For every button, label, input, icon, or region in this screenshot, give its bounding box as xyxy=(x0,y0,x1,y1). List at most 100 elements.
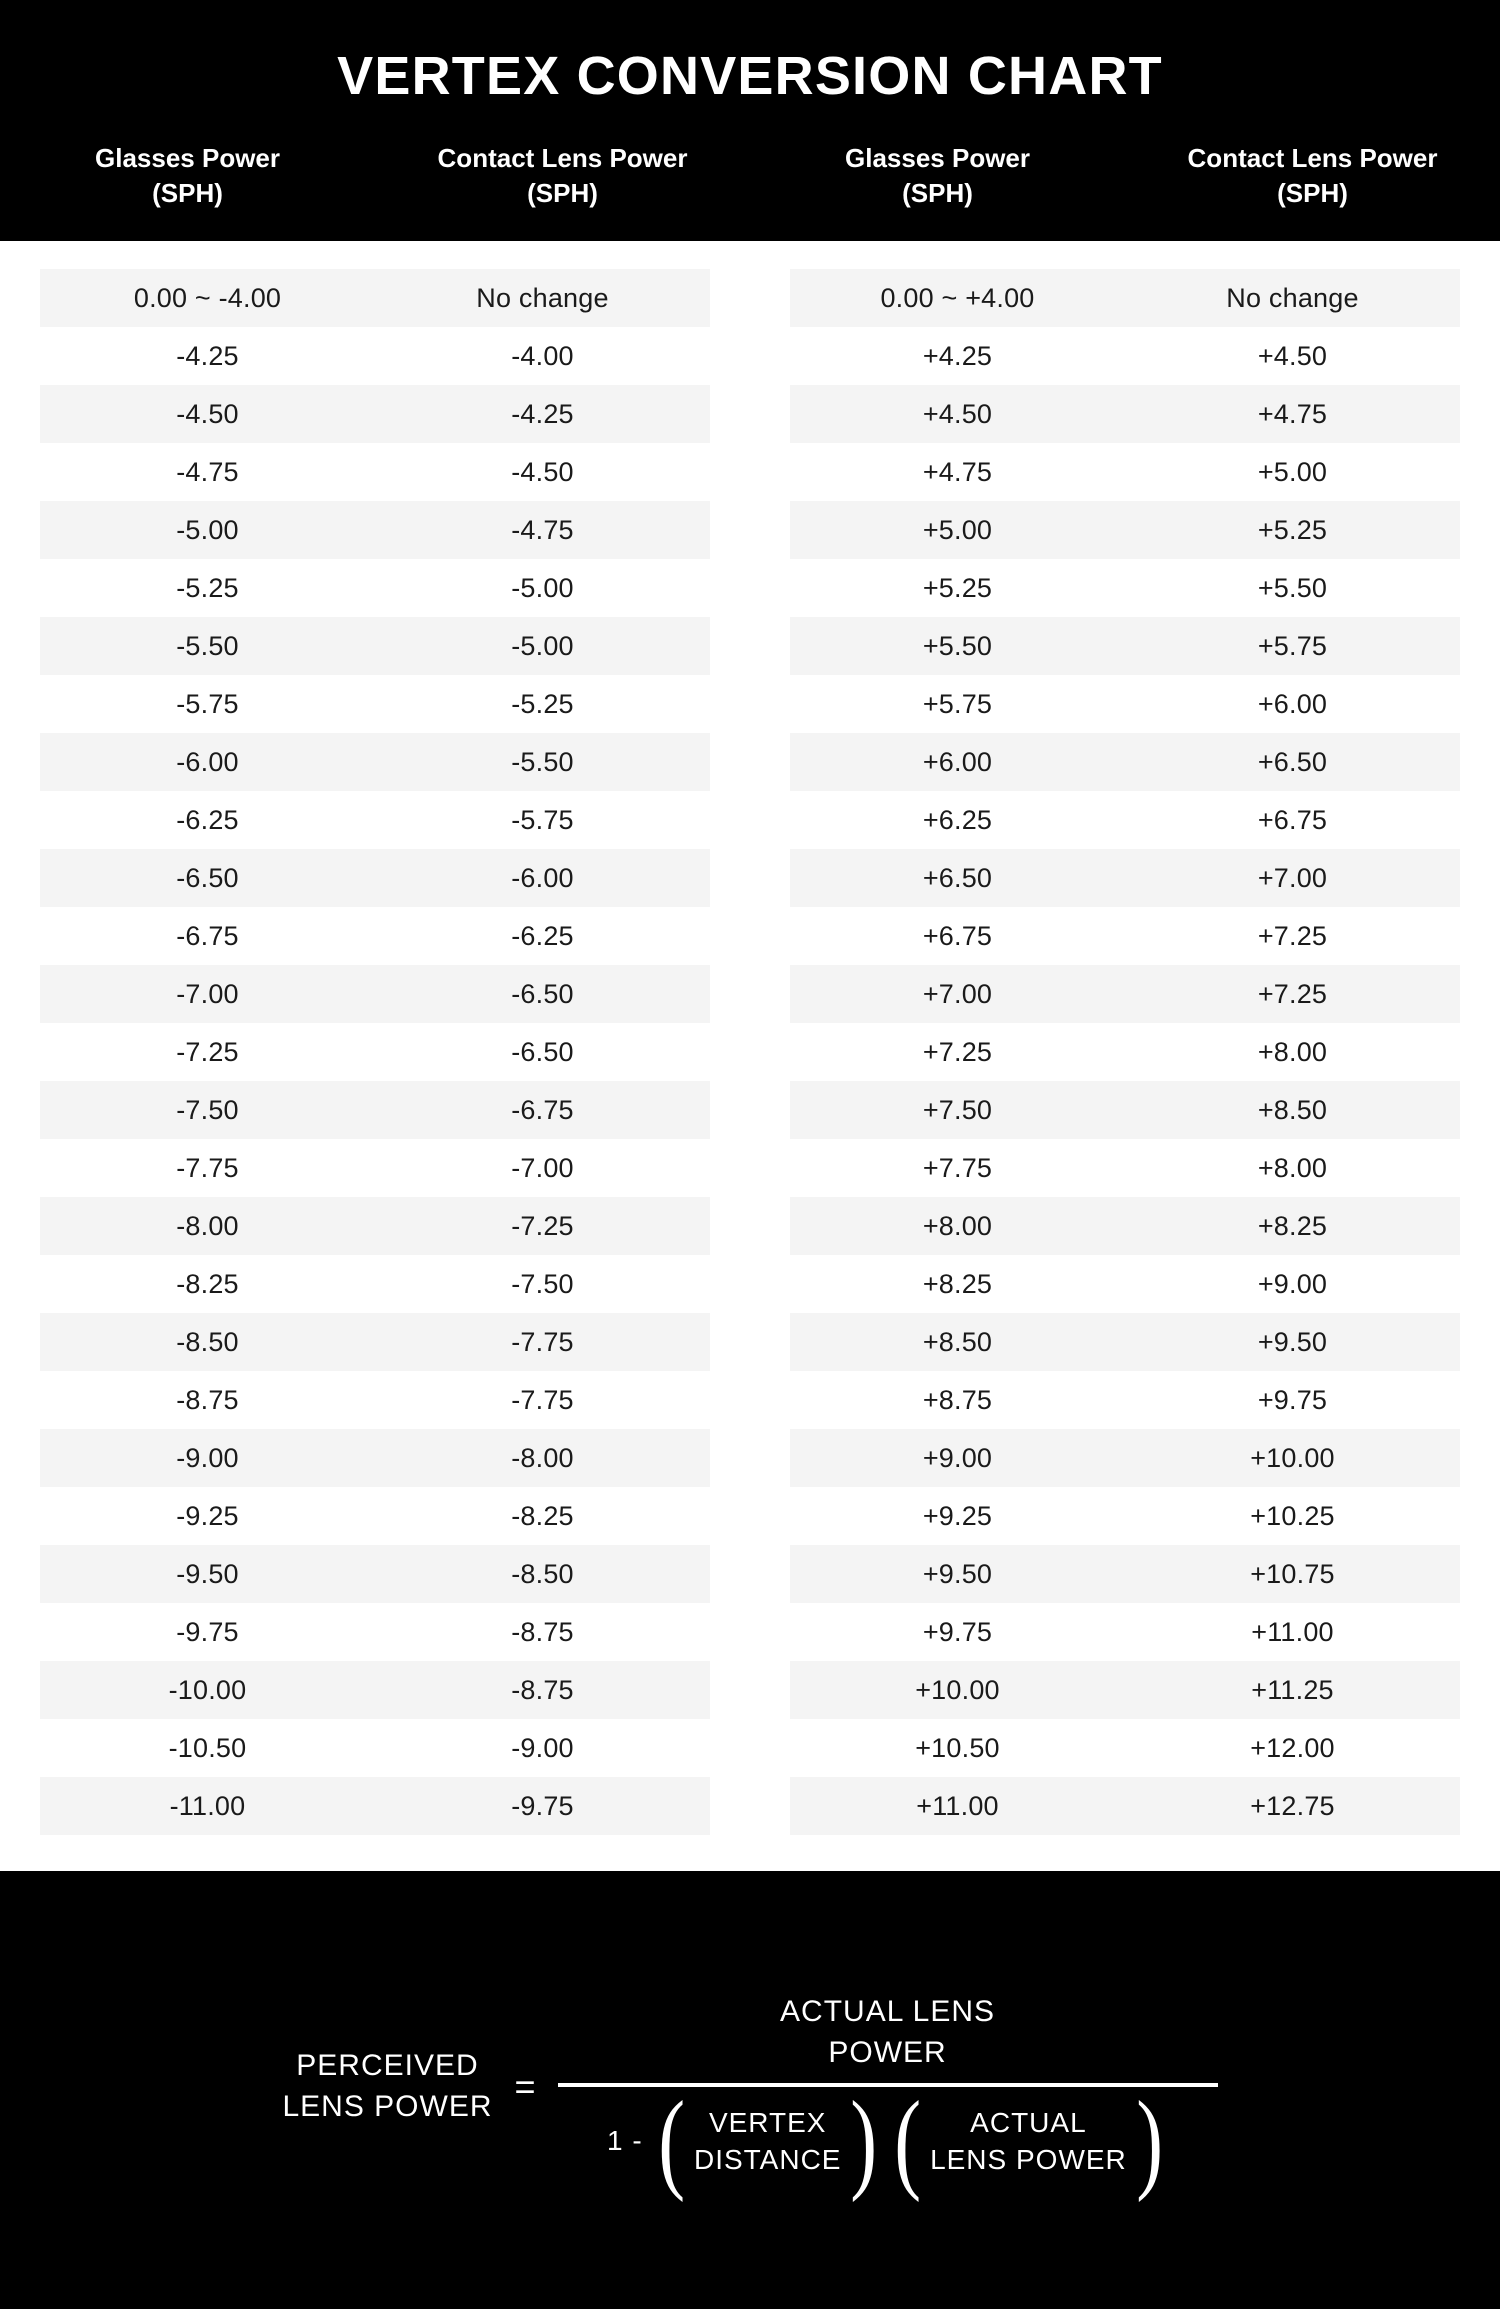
table-row: +6.75 +7.25 xyxy=(790,906,1460,965)
contact-lens-power-cell: +5.50 xyxy=(1125,558,1460,617)
contact-lens-power-cell: +12.00 xyxy=(1125,1718,1460,1777)
contact-lens-power-cell: -4.25 xyxy=(375,384,710,443)
table-row: -8.75 -7.75 xyxy=(40,1370,710,1429)
contact-lens-power-cell: +6.75 xyxy=(1125,790,1460,849)
glasses-power-cell: +8.75 xyxy=(790,1370,1125,1429)
table-row: -6.00 -5.50 xyxy=(40,732,710,791)
glasses-power-cell: +5.75 xyxy=(790,674,1125,733)
table-row: +10.00 +11.25 xyxy=(790,1660,1460,1719)
contact-lens-power-cell: +4.75 xyxy=(1125,384,1460,443)
glasses-power-cell: +6.25 xyxy=(790,790,1125,849)
contact-lens-power-cell: -7.25 xyxy=(375,1196,710,1255)
contact-lens-power-cell: -4.00 xyxy=(375,326,710,385)
contact-lens-power-cell: +11.00 xyxy=(1125,1602,1460,1661)
header-right-contact-lens-power-line1: Contact Lens Power xyxy=(1187,142,1438,173)
contact-lens-power-cell: -7.75 xyxy=(375,1370,710,1429)
glasses-power-cell: +9.25 xyxy=(790,1486,1125,1545)
glasses-power-cell: +6.00 xyxy=(790,732,1125,791)
denominator-one-minus: 1 - xyxy=(606,2125,643,2157)
contact-lens-power-cell: +5.00 xyxy=(1125,442,1460,501)
table-row: -8.50 -7.75 xyxy=(40,1312,710,1371)
contact-lens-power-cell: -7.00 xyxy=(375,1138,710,1197)
glasses-power-cell: -7.75 xyxy=(40,1138,375,1197)
contact-lens-power-cell: +6.50 xyxy=(1125,732,1460,791)
glasses-power-cell: 0.00 ~ -4.00 xyxy=(40,268,375,327)
glasses-power-cell: -7.00 xyxy=(40,964,375,1023)
table-row: -10.50 -9.00 xyxy=(40,1718,710,1777)
table-row: -7.50 -6.75 xyxy=(40,1080,710,1139)
table-row: -4.25 -4.00 xyxy=(40,326,710,385)
glasses-power-cell: -6.25 xyxy=(40,790,375,849)
contact-lens-power-cell: +8.25 xyxy=(1125,1196,1460,1255)
glasses-power-cell: -5.50 xyxy=(40,616,375,675)
table-row: -5.25 -5.00 xyxy=(40,558,710,617)
table-row: +6.25 +6.75 xyxy=(790,790,1460,849)
table-row: -4.75 -4.50 xyxy=(40,442,710,501)
actual-lens-power-line2: LENS POWER xyxy=(930,2144,1127,2176)
table-row: -9.75 -8.75 xyxy=(40,1602,710,1661)
table-row: +11.00 +12.75 xyxy=(790,1776,1460,1835)
table-row: +7.75 +8.00 xyxy=(790,1138,1460,1197)
contact-lens-power-cell: +6.00 xyxy=(1125,674,1460,733)
table-row: -8.25 -7.50 xyxy=(40,1254,710,1313)
glasses-power-cell: +8.50 xyxy=(790,1312,1125,1371)
glasses-power-cell: +4.50 xyxy=(790,384,1125,443)
glasses-power-cell: +7.75 xyxy=(790,1138,1125,1197)
contact-lens-power-cell: -4.75 xyxy=(375,500,710,559)
formula-numerator-line1: ACTUAL LENS xyxy=(780,1995,995,2029)
plus-power-table: 0.00 ~ +4.00 No change +4.25 +4.50 +4.50 +4.7… xyxy=(790,268,1460,1835)
table-row: -4.50 -4.25 xyxy=(40,384,710,443)
table-row: +8.00 +8.25 xyxy=(790,1196,1460,1255)
table-row: -9.00 -8.00 xyxy=(40,1428,710,1487)
table-row: +7.00 +7.25 xyxy=(790,964,1460,1023)
table-row: +9.75 +11.00 xyxy=(790,1602,1460,1661)
table-row: +8.25 +9.00 xyxy=(790,1254,1460,1313)
header-group-left: Glasses Power (SPH) Contact Lens Power (… xyxy=(0,141,750,211)
table-row: -10.00 -8.75 xyxy=(40,1660,710,1719)
vertex-distance-text: VERTEX DISTANCE xyxy=(690,2104,846,2180)
glasses-power-cell: -4.75 xyxy=(40,442,375,501)
table-row: -5.50 -5.00 xyxy=(40,616,710,675)
glasses-power-cell: -11.00 xyxy=(40,1776,375,1835)
table-row: -6.25 -5.75 xyxy=(40,790,710,849)
contact-lens-power-cell: +7.25 xyxy=(1125,964,1460,1023)
formula-left-hand-side: PERCEIVED LENS POWER xyxy=(282,2046,492,2127)
table-row: -9.25 -8.25 xyxy=(40,1486,710,1545)
formula-lhs-line1: PERCEIVED xyxy=(296,2049,479,2083)
glasses-power-cell: -8.00 xyxy=(40,1196,375,1255)
header-left-glasses-power-line2: (SPH) xyxy=(152,177,223,208)
page-title: VERTEX CONVERSION CHART xyxy=(337,46,1163,106)
vertex-distance-line2: DISTANCE xyxy=(693,2144,842,2176)
glasses-power-cell: -6.00 xyxy=(40,732,375,791)
table-row: 0.00 ~ -4.00 No change xyxy=(40,268,710,327)
contact-lens-power-cell: +8.50 xyxy=(1125,1080,1460,1139)
contact-lens-power-cell: -5.00 xyxy=(375,558,710,617)
table-row: +9.00 +10.00 xyxy=(790,1428,1460,1487)
contact-lens-power-cell: +12.75 xyxy=(1125,1776,1460,1835)
glasses-power-cell: +5.50 xyxy=(790,616,1125,675)
table-row: -7.00 -6.50 xyxy=(40,964,710,1023)
contact-lens-power-cell: -9.75 xyxy=(375,1776,710,1835)
table-row: +5.50 +5.75 xyxy=(790,616,1460,675)
header-right-contact-lens-power-line2: (SPH) xyxy=(1277,177,1348,208)
contact-lens-power-cell: -4.50 xyxy=(375,442,710,501)
contact-lens-power-cell: -6.25 xyxy=(375,906,710,965)
actual-lens-power-line1: ACTUAL xyxy=(970,2106,1087,2138)
contact-lens-power-cell: +7.25 xyxy=(1125,906,1460,965)
table-row: +8.75 +9.75 xyxy=(790,1370,1460,1429)
glasses-power-cell: +11.00 xyxy=(790,1776,1125,1835)
contact-lens-power-cell: -6.50 xyxy=(375,1022,710,1081)
table-row: -7.75 -7.00 xyxy=(40,1138,710,1197)
header-left-glasses-power-line1: Glasses Power xyxy=(95,142,280,173)
contact-lens-power-cell: -6.75 xyxy=(375,1080,710,1139)
paren-close-icon: ) xyxy=(850,2079,878,2204)
contact-lens-power-cell: +9.50 xyxy=(1125,1312,1460,1371)
table-row: +5.25 +5.50 xyxy=(790,558,1460,617)
paren-close-2-icon: ) xyxy=(1135,2079,1163,2204)
glasses-power-cell: -8.25 xyxy=(40,1254,375,1313)
header-left-contact-lens-power-line2: (SPH) xyxy=(527,177,598,208)
table-row: +9.25 +10.25 xyxy=(790,1486,1460,1545)
minus-power-table-block: 0.00 ~ -4.00 No change -4.25 -4.00 -4.50 -4.2… xyxy=(0,268,750,1835)
contact-lens-power-cell: -7.50 xyxy=(375,1254,710,1313)
contact-lens-power-cell: -8.75 xyxy=(375,1602,710,1661)
